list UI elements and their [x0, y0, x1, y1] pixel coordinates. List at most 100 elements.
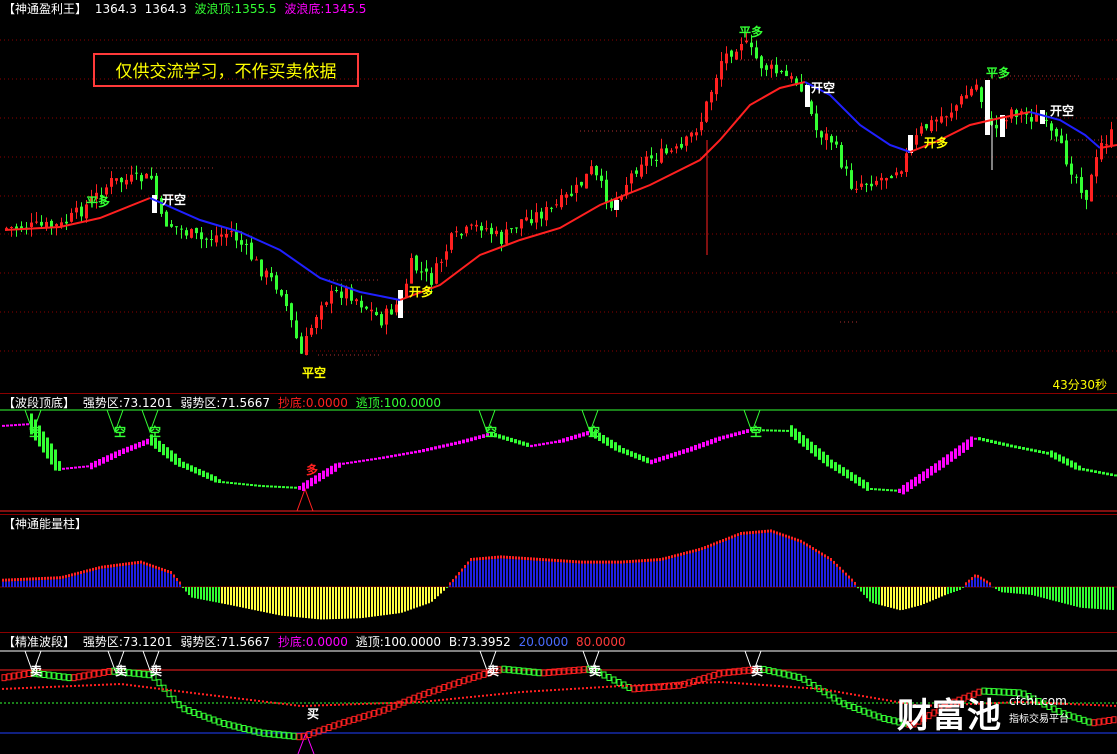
slow-dot: [842, 691, 844, 694]
slow-dot: [2, 687, 4, 690]
precise-box: [886, 716, 892, 724]
energy-cap: [770, 529, 772, 533]
slow-dot: [274, 701, 276, 704]
slow-dot: [502, 692, 504, 695]
slow-dot: [542, 689, 544, 692]
slow-dot: [866, 695, 868, 698]
precise-box: [476, 672, 482, 680]
precise-signal: 卖: [751, 664, 764, 678]
candle-body: [480, 225, 483, 231]
energy-bar: [404, 587, 406, 612]
slow-dot: [726, 681, 728, 684]
energy-bar: [536, 560, 538, 587]
slow-dot: [6, 687, 8, 690]
slow-dot: [66, 685, 68, 688]
energy-bar: [851, 581, 853, 587]
energy-bar: [788, 538, 790, 587]
candle-body: [1095, 157, 1098, 177]
slow-dot: [450, 698, 452, 700]
energy-bar: [551, 561, 553, 587]
band-chart-canvas[interactable]: [0, 394, 1117, 514]
band-bar: [914, 476, 917, 487]
energy-bar: [107, 567, 109, 587]
slow-dot: [374, 702, 376, 705]
energy-bar: [530, 560, 532, 587]
candle-body: [705, 101, 708, 122]
energy-bar: [1013, 587, 1015, 594]
precise-box: [6, 673, 12, 681]
slow-dot: [602, 686, 604, 689]
candle-body: [745, 40, 748, 43]
energy-bar: [350, 587, 352, 619]
band-bar: [662, 455, 665, 461]
energy-bar: [368, 587, 370, 618]
precise-box: [141, 670, 147, 678]
candle-body: [790, 76, 793, 79]
precise-box: [606, 674, 612, 681]
slow-dot: [662, 683, 664, 686]
band-bar: [850, 472, 853, 481]
slow-dot: [222, 695, 224, 698]
band-bar: [938, 460, 941, 471]
energy-cap: [593, 560, 595, 564]
precise-box: [411, 694, 417, 702]
energy-bar: [689, 553, 691, 587]
band-bar: [86, 465, 89, 468]
slow-dot: [802, 686, 804, 689]
precise-signal: 卖: [30, 664, 43, 678]
energy-bar: [662, 560, 664, 587]
band-bar: [418, 449, 421, 453]
energy-bar: [1106, 587, 1108, 610]
energy-bar: [374, 587, 376, 617]
energy-panel[interactable]: 【神通能量柱】: [0, 515, 1117, 632]
band-bar: [890, 489, 893, 492]
energy-bar: [302, 587, 304, 618]
band-bar: [802, 435, 805, 447]
band-header: 【波段顶底】 强势区:73.1201 弱势区:71.5667 抄底:0.0000…: [3, 396, 445, 410]
energy-cap: [710, 543, 712, 547]
slow-dot: [354, 703, 356, 706]
slow-dot: [1114, 704, 1116, 707]
energy-bar: [188, 587, 190, 596]
band-bar: [98, 459, 101, 466]
band-bar: [1102, 471, 1105, 475]
energy-bar: [656, 561, 658, 587]
energy-bar: [914, 587, 916, 607]
band-bar: [1094, 470, 1097, 473]
energy-cap: [980, 576, 982, 580]
band-panel[interactable]: 【波段顶底】 强势区:73.1201 弱势区:71.5667 抄底:0.0000…: [0, 394, 1117, 514]
energy-bar: [44, 579, 46, 587]
main-chart-panel[interactable]: 【神通盈利王】 1364.3 1364.3 波浪顶:1355.5 波浪底:134…: [0, 0, 1117, 393]
candle-body: [545, 207, 548, 221]
band-bar: [230, 482, 233, 484]
band-bar: [722, 435, 725, 440]
energy-cap: [8, 578, 10, 582]
band-bar: [378, 457, 381, 460]
energy-bar: [17, 581, 19, 587]
watermark-brand: 财富池: [897, 696, 1002, 736]
energy-bar: [731, 538, 733, 587]
energy-cap: [35, 577, 37, 581]
signal-candle: [152, 195, 157, 213]
candle-body: [1035, 114, 1038, 122]
energy-cap: [827, 556, 829, 560]
energy-cap: [152, 564, 154, 568]
energy-cap: [764, 529, 766, 533]
band-bar: [1086, 468, 1089, 472]
precise-box: [96, 669, 102, 677]
energy-bar: [356, 587, 358, 619]
slow-dot: [594, 686, 596, 689]
precise-box: [541, 669, 547, 677]
energy-cap: [635, 559, 637, 563]
energy-bar: [626, 563, 628, 587]
energy-chart-canvas[interactable]: [0, 515, 1117, 632]
energy-cap: [602, 560, 604, 564]
slow-dot: [286, 703, 288, 706]
candle-body: [240, 240, 243, 245]
band-bar: [386, 455, 389, 459]
energy-bar: [137, 563, 139, 587]
slow-dot: [670, 683, 672, 685]
slow-dot: [294, 704, 296, 707]
energy-bar: [860, 587, 862, 592]
energy-bar: [377, 587, 379, 616]
